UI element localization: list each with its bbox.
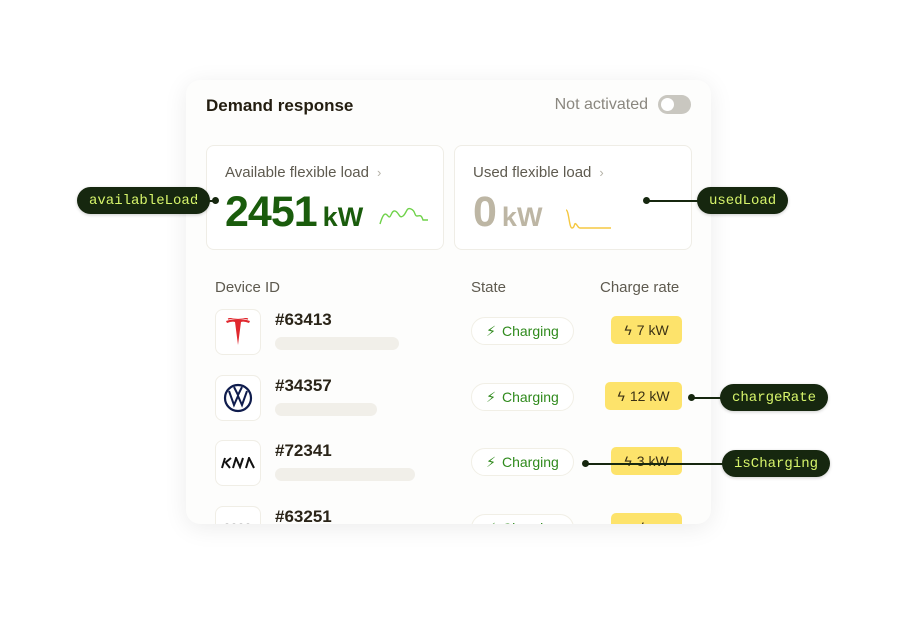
annotation-used-load: usedLoad [697, 187, 789, 214]
annotation-available-load: availableLoad [77, 187, 211, 214]
state-badge: ⚡︎Charging [471, 383, 574, 411]
placeholder-bar [275, 468, 415, 481]
chevron-right-icon: › [599, 165, 604, 180]
card-title: Demand response [206, 96, 354, 115]
used-load-card[interactable]: Used flexible load › 0 kW [454, 145, 692, 250]
available-load-sparkline-icon [379, 207, 428, 225]
header-state: State [471, 279, 507, 296]
device-id: #34357 [275, 376, 332, 395]
table-row[interactable]: #72341 ⚡︎ Charging ϟ3 kW [186, 440, 711, 500]
table-row[interactable]: #63413 ⚡︎ Charging ϟ7 kW [186, 309, 711, 369]
demand-response-card: Demand response Not activated Available … [186, 80, 711, 524]
activation-toggle-group[interactable]: Not activated [555, 95, 691, 114]
placeholder-bar [275, 403, 377, 416]
kia-logo-icon [215, 440, 261, 486]
used-load-label: Used flexible load [473, 164, 592, 181]
connector-line [691, 397, 722, 399]
charge-rate-badge: ϟ7 kW [611, 316, 682, 344]
annotation-is-charging: isCharging [722, 450, 831, 477]
audi-logo-icon [215, 506, 261, 524]
used-load-sparkline-icon [565, 209, 611, 229]
device-id: #72341 [275, 441, 332, 460]
header-device-id: Device ID [215, 279, 281, 296]
bolt-icon: ϟ [624, 322, 632, 338]
placeholder-bar [275, 337, 399, 350]
bolt-icon: ϟ [640, 519, 647, 524]
charge-rate-badge: ϟ 12 kW [605, 382, 682, 410]
state-badge: ⚡︎Charging [471, 514, 574, 524]
connector-line [587, 463, 724, 465]
connector-dot [582, 460, 589, 467]
activation-toggle[interactable] [658, 95, 691, 114]
charge-rate-badge: ϟ [611, 513, 682, 524]
toggle-label: Not activated [554, 95, 648, 113]
header-charge-rate: Charge rate [600, 279, 680, 296]
connector-dot [643, 197, 650, 204]
volkswagen-logo-icon [215, 375, 261, 421]
available-load-label: Available flexible load [225, 164, 369, 181]
bolt-icon: ϟ [624, 453, 632, 469]
device-id: #63251 [275, 507, 332, 524]
device-id: #63413 [275, 310, 332, 329]
state-badge: ⚡︎Charging [471, 317, 574, 345]
annotation-charge-rate: chargeRate [720, 384, 829, 411]
plug-icon: ⚡︎ [486, 520, 496, 525]
connector-dot [688, 394, 695, 401]
chevron-right-icon: › [377, 165, 382, 180]
charge-rate-badge: ϟ3 kW [611, 447, 682, 475]
plug-icon: ⚡︎ [486, 322, 496, 339]
table-row[interactable]: #63251 ⚡︎Charging ϟ [186, 506, 711, 524]
connector-line [647, 200, 699, 202]
available-load-value: 2451 [225, 188, 318, 236]
available-load-unit: kW [322, 202, 364, 232]
used-load-value: 0 [473, 188, 497, 236]
used-load-unit: kW [501, 202, 543, 232]
connector-dot [212, 197, 219, 204]
bolt-icon: ϟ [617, 388, 625, 404]
available-load-card[interactable]: Available flexible load › 2451 kW [206, 145, 444, 250]
tesla-logo-icon [215, 309, 261, 355]
plug-icon: ⚡︎ [486, 388, 496, 405]
table-row[interactable]: #34357 ⚡︎ Charging ϟ 12 kW [186, 375, 711, 435]
state-badge: ⚡︎Charging [471, 448, 574, 476]
plug-icon: ⚡︎ [486, 453, 496, 470]
